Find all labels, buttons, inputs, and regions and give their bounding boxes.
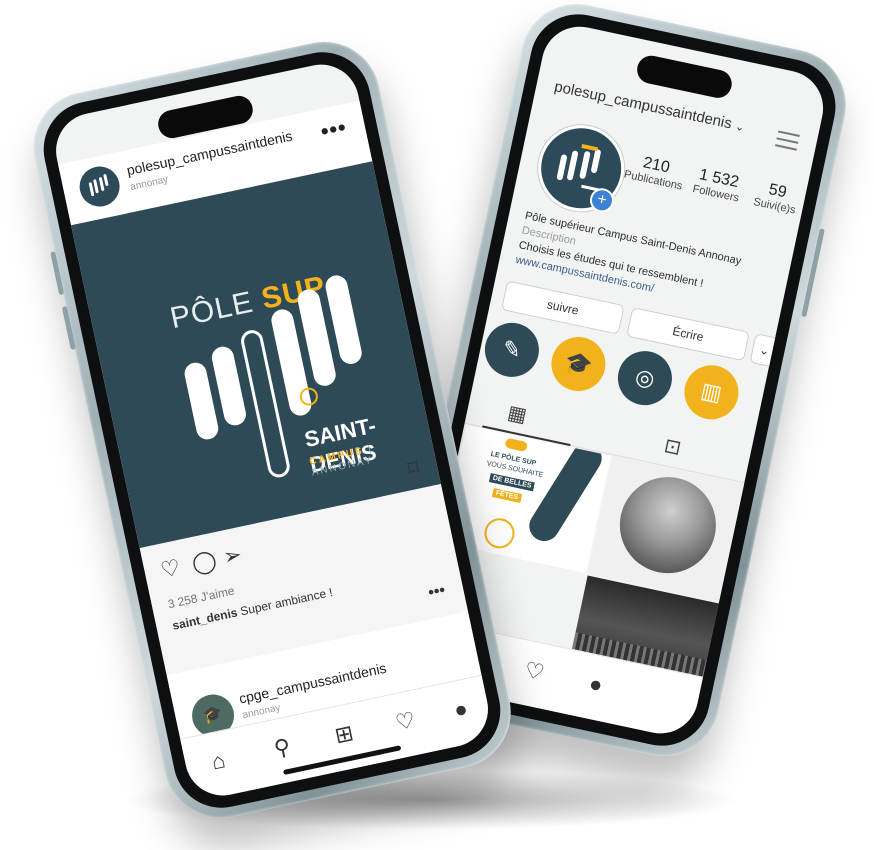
portrait-photo [610,468,725,583]
pen-icon: ✎ [500,335,524,364]
grid-icon[interactable]: ▦ [505,400,529,428]
stat-following[interactable]: 59 Suivi(e)s [742,176,811,219]
dynamic-island [634,53,735,101]
post-author-username[interactable]: polesup_campussaintdenis [125,128,294,179]
suggestions-button[interactable]: ⌄ [749,333,780,368]
more-options-icon[interactable]: ••• [427,582,447,603]
caption-username[interactable]: saint_denis [171,605,238,632]
comment-icon[interactable]: ◯ [190,547,219,578]
logo-pole-text: PÔLE [167,285,257,336]
highlight-story[interactable]: 🎓 [546,331,611,397]
home-indicator[interactable] [282,745,402,776]
ring-graphic [481,515,518,552]
chevron-down-icon: ⌄ [733,120,746,135]
home-icon[interactable]: ⌂ [209,747,227,775]
profile-avatar[interactable] [530,117,633,220]
profile-icon[interactable]: ● [587,671,605,699]
share-icon[interactable]: ➢ [221,541,244,570]
highlight-story[interactable]: ✎ [479,317,544,382]
caption-text: Super ambiance ! [238,585,334,619]
stat-followers[interactable]: 1 532 Followers [683,164,752,207]
tagged-icon[interactable]: ⊡ [662,433,684,461]
volume-down-button [61,305,76,351]
book-icon: ▥ [698,377,725,407]
highlight-story[interactable]: ◎ [612,346,677,411]
toggle-graphic [504,437,529,453]
globe-icon: ◎ [633,363,658,392]
heart-icon[interactable]: ♡ [158,554,183,584]
chevron-down-icon: ⌄ [757,342,771,359]
stat-posts[interactable]: 210 Publications [621,150,690,193]
phone-post: polesup_campussaintdenis annonay ••• PÔL… [22,31,522,829]
heart-icon[interactable]: ♡ [522,657,547,687]
heart-icon[interactable]: ♡ [393,707,418,737]
logo-bar-graphic [523,437,608,547]
post-author-avatar[interactable] [75,162,124,211]
add-icon[interactable]: ⊞ [332,720,355,749]
brand-logo-icon [88,174,109,197]
graduation-cap-icon: 🎓 [201,704,225,726]
more-options-icon[interactable]: ••• [318,114,349,145]
search-icon[interactable]: ⚲ [272,733,293,762]
menu-icon[interactable] [774,126,801,156]
graduation-cap-icon: 🎓 [562,348,595,379]
post-screen: polesup_campussaintdenis annonay ••• PÔL… [49,57,495,803]
profile-icon[interactable]: ● [452,696,470,724]
brand-logo-icon [556,143,602,192]
grid-post-line: FÊTES [491,488,522,503]
post-location[interactable]: annonay [129,174,169,193]
volume-up-button [50,251,65,296]
logo-separator: | [367,443,375,456]
post-image[interactable]: PÔLE SUP SAINT-DENIS CAMPUS | ANNONAY [71,161,441,549]
highlight-story[interactable]: ▥ [679,360,744,425]
